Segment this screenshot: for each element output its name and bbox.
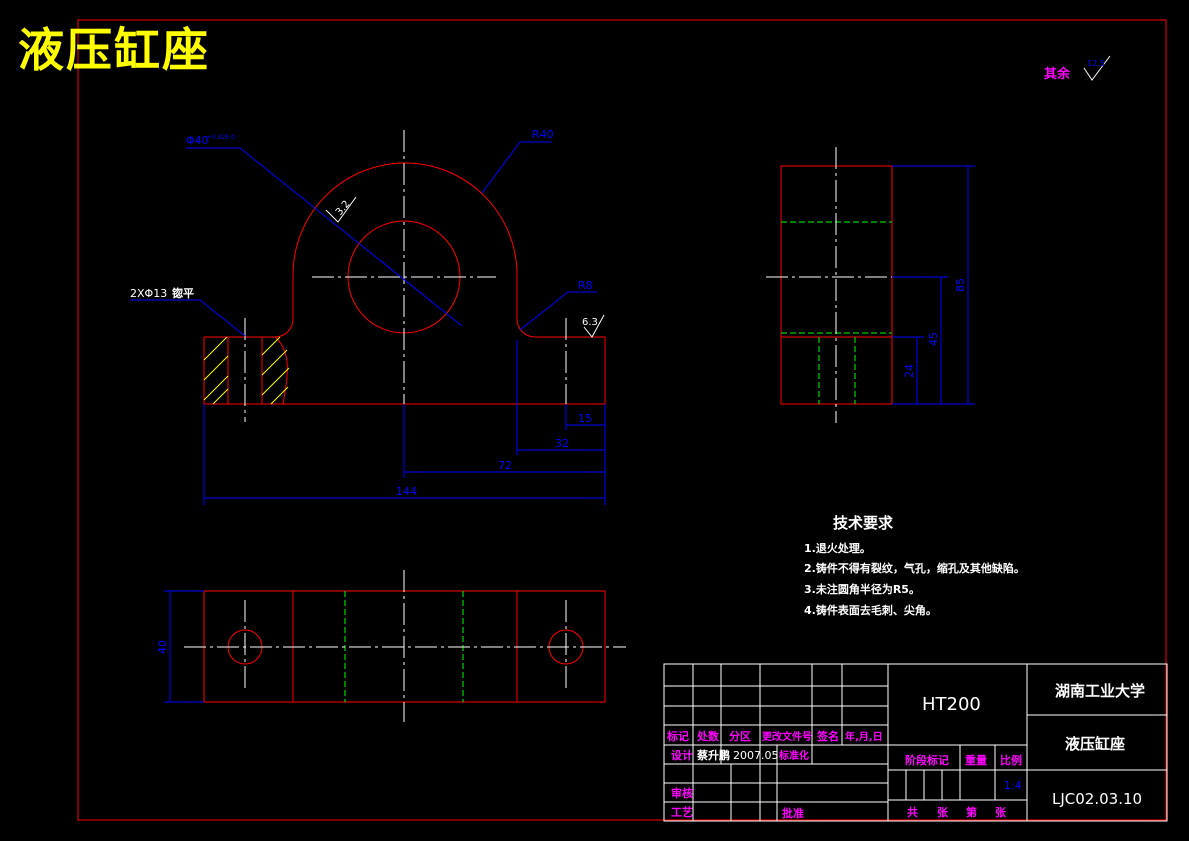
dim-24: 24 bbox=[903, 364, 916, 378]
top-centerlines bbox=[184, 570, 626, 722]
dim-bore: Φ40 bbox=[186, 134, 209, 147]
tech-requirements-title: 技术要求 bbox=[833, 514, 894, 532]
roughness-symbols bbox=[325, 55, 1111, 338]
tech-requirement-item: 2.铸件不得有裂纹，气孔，缩孔及其他缺陷。 bbox=[804, 562, 1025, 575]
dim-85: 85 bbox=[954, 278, 967, 292]
tech-requirement-item: 1.退火处理。 bbox=[804, 542, 871, 555]
tb-designer: 蔡升鹏 bbox=[696, 748, 730, 762]
tb-part-name: 液压缸座 bbox=[1065, 735, 1125, 753]
tb-header-0: 标记 bbox=[666, 729, 689, 743]
tb-header-4: 签名 bbox=[816, 729, 839, 743]
dim-32: 32 bbox=[555, 437, 569, 450]
tb-design-label: 设计 bbox=[671, 748, 693, 762]
tb-craft: 工艺 bbox=[671, 805, 693, 819]
dim-15: 15 bbox=[578, 412, 592, 425]
dim-outer-radius: R40 bbox=[532, 128, 554, 141]
tb-sheet-unit1: 张 bbox=[937, 805, 949, 819]
dim-45: 45 bbox=[927, 332, 940, 346]
tb-header-1: 处数 bbox=[696, 729, 720, 743]
tb-header-3: 更改文件号 bbox=[762, 730, 812, 743]
tb-header-5: 年,月,日 bbox=[845, 730, 883, 743]
tb-university: 湖南工业大学 bbox=[1055, 682, 1145, 700]
tb-stage-mark: 阶段标记 bbox=[905, 753, 949, 767]
tb-sheet-nth: 第 bbox=[966, 805, 977, 819]
tb-header-2: 分区 bbox=[729, 729, 751, 743]
tb-scale-value: 1:4 bbox=[1004, 779, 1022, 792]
drawing-title: 液压缸座 bbox=[18, 23, 210, 77]
tb-approve: 批准 bbox=[782, 806, 804, 820]
tb-review: 审核 bbox=[671, 786, 693, 800]
tb-weight: 重量 bbox=[965, 753, 987, 767]
tb-standardization: 标准化 bbox=[778, 749, 809, 762]
tb-sheet-total: 共 bbox=[907, 805, 918, 819]
dim-144: 144 bbox=[396, 485, 417, 498]
bore-tolerance: +0.025 0 bbox=[207, 134, 235, 141]
holes-note: 锪平 bbox=[172, 286, 194, 300]
front-dimensions bbox=[130, 141, 606, 505]
side-centerlines bbox=[766, 147, 908, 423]
dim-72: 72 bbox=[498, 459, 512, 472]
section-hatch bbox=[203, 336, 290, 405]
tb-material: HT200 bbox=[922, 694, 981, 715]
tech-requirement-item: 3.未注圆角半径为R5。 bbox=[804, 583, 920, 596]
surface-note-label: 其余 bbox=[1044, 67, 1071, 82]
holes-dim: 2XΦ13 bbox=[130, 287, 167, 300]
bore-roughness: 3.2 bbox=[334, 199, 353, 218]
dim-40: 40 bbox=[156, 640, 169, 654]
tb-date: 2007.05 bbox=[733, 749, 779, 762]
tb-drawing-number: LJC02.03.10 bbox=[1052, 790, 1142, 808]
drawing-frame bbox=[77, 19, 1167, 821]
tech-requirement-item: 4.铸件表面去毛刺、尖角。 bbox=[804, 604, 937, 617]
tb-scale: 比例 bbox=[1000, 753, 1022, 767]
general-roughness: 12.5 bbox=[1087, 59, 1105, 68]
tb-sheet-unit2: 张 bbox=[995, 805, 1007, 819]
dim-fillet-radius: R8 bbox=[578, 279, 593, 292]
top-roughness: 6.3 bbox=[582, 317, 598, 328]
cad-drawing: Φ40 R40 R8 15 32 72 144 85 45 24 40 +0.0… bbox=[77, 19, 1168, 822]
